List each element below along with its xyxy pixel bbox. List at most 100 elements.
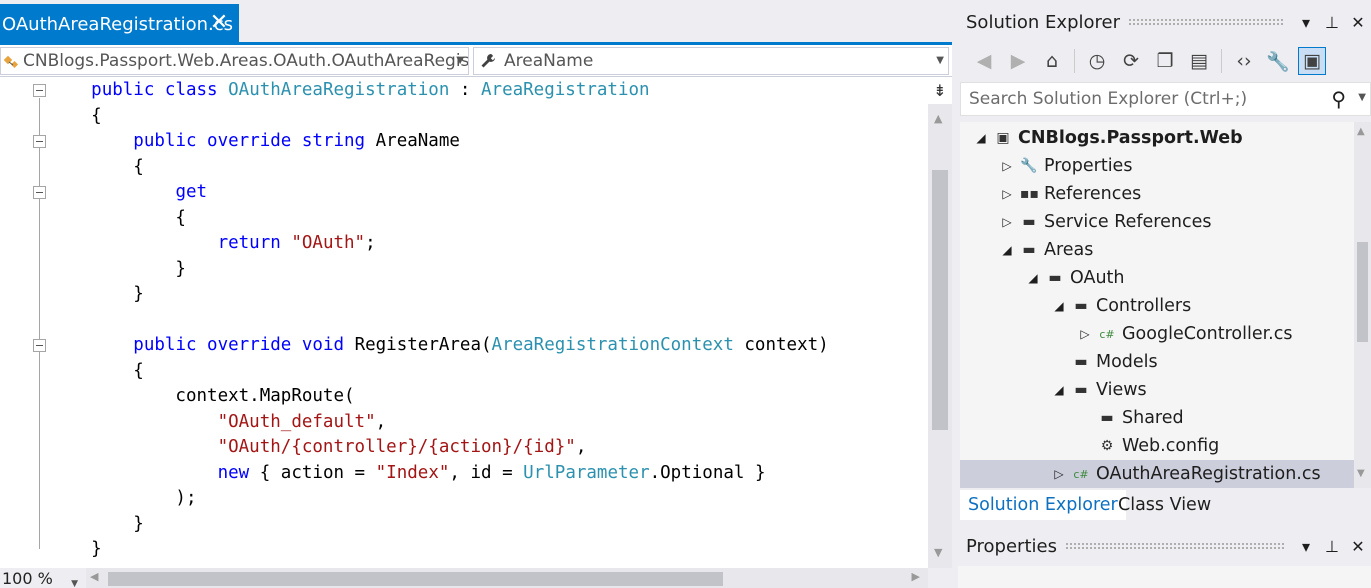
close-tab-icon[interactable]: ✕ [207,11,231,35]
scroll-thumb[interactable] [932,170,948,430]
code-line: } [49,512,144,537]
tree-scroll-thumb[interactable] [1357,242,1368,342]
code-token: } [49,284,144,304]
code-token: , id = [449,462,524,483]
pending-changes-filter-icon[interactable]: ◷ [1083,47,1111,75]
title-grip[interactable] [1064,542,1285,550]
show-all-files-icon[interactable]: ▤ [1185,47,1213,75]
scroll-up-icon[interactable]: ▲ [1357,126,1365,137]
expander-icon[interactable]: ▷ [1000,187,1014,201]
tree-item[interactable]: ▬ Shared [960,404,1354,432]
code-token: UrlParameter [523,462,650,483]
code-token: return [217,233,292,253]
pin-icon[interactable]: ⊥ [1319,13,1345,32]
code-line: ); [49,486,197,511]
search-icon[interactable]: ⚲ [1331,87,1346,111]
title-grip[interactable] [1128,18,1285,26]
scroll-left-icon[interactable]: ◀ [90,570,98,583]
tree-item[interactable]: ◢ ▣ CNBlogs.Passport.Web [960,124,1354,152]
scroll-up-icon[interactable]: ▲ [934,112,942,125]
tab-class-view[interactable]: Class View [1110,490,1219,520]
expander-icon[interactable]: ▷ [1000,159,1014,173]
tree-item[interactable]: ▷ 🔧 Properties [960,152,1354,180]
expander-icon[interactable]: ▷ [1078,327,1092,341]
tree-item[interactable]: ◢ ▬ Areas [960,236,1354,264]
split-window-icon[interactable]: ⇟ [928,78,952,104]
horizontal-scrollbar[interactable]: ◀ ▶ [86,568,928,588]
chevron-down-icon[interactable]: ▼ [1358,92,1366,103]
view-code-icon[interactable]: ‹› [1230,47,1258,75]
preview-selected-items-icon[interactable]: ▣ [1298,47,1326,75]
vertical-scrollbar[interactable]: ⇟ ▲ ▼ [928,78,952,568]
scroll-down-icon[interactable]: ▼ [1357,468,1365,479]
code-token: { action = [259,462,376,483]
tree-item[interactable]: ▷ c# GoogleController.cs [960,320,1354,348]
tree-item-label: Views [1096,380,1147,400]
code-token: "Index" [375,462,450,483]
expander-icon[interactable]: ◢ [1026,271,1040,285]
tree-scrollbar[interactable]: ▲ ▼ [1354,122,1371,488]
tree-item[interactable]: ▷ c# OAuthAreaRegistration.cs [960,460,1354,488]
code-line: } [49,537,102,562]
editor-bottom-bar: 100 % ▼ ◀ ▶ [0,568,952,588]
zoom-dropdown[interactable]: 100 % ▼ [0,568,82,588]
collapse-region-icon[interactable] [33,135,46,148]
code-line: { [49,359,144,384]
code-area[interactable]: public class OAuthAreaRegistration : Are… [0,78,928,568]
code-token: public override void [133,335,355,355]
navigation-bar: CNBlogs.Passport.Web.Areas.OAuth.OAuthAr… [0,45,952,77]
code-token: ); [49,488,197,508]
code-token: AreaRegistrationContext [491,335,734,355]
code-token: } [49,258,186,279]
home-icon[interactable]: ⌂ [1038,47,1066,75]
code-token: "OAuth_default" [217,411,376,432]
close-window-icon[interactable]: ✕ [1345,537,1371,556]
window-position-dropdown-icon[interactable]: ▾ [1293,13,1319,32]
expander-icon[interactable]: ◢ [1000,243,1014,257]
tree-item[interactable]: ◢ ▬ OAuth [960,264,1354,292]
tree-item-label: OAuth [1070,268,1125,288]
member-dropdown[interactable]: AreaName ▼ [473,47,949,75]
tree-item[interactable]: ▷ ▪▪ References [960,180,1354,208]
back-icon[interactable]: ◀ [970,47,998,75]
tree-item[interactable]: ⚙ Web.config [960,432,1354,460]
toolbar-separator [1221,49,1222,73]
expander-icon[interactable]: ◢ [1052,299,1066,313]
code-line: public override string AreaName [49,129,460,154]
csproj-icon: ▣ [996,130,1010,146]
code-token: AreaName [375,131,460,151]
document-tab[interactable]: OAuthAreaRegistration.cs ✕ [0,4,239,44]
scroll-right-icon[interactable]: ▶ [912,570,920,583]
expander-icon[interactable]: ▷ [1000,215,1014,229]
expander-icon[interactable]: ◢ [1052,383,1066,397]
code-line: { [49,155,144,180]
collapse-region-icon[interactable] [33,186,46,199]
tab-solution-explorer[interactable]: Solution Explorer [960,490,1126,520]
sync-with-document-icon[interactable]: ⟳ [1117,47,1145,75]
properties-wrench-icon[interactable]: 🔧 [1264,47,1292,75]
solution-explorer-title-bar: Solution Explorer ▾ ⊥ ✕ [958,2,1371,42]
class-dropdown[interactable]: CNBlogs.Passport.Web.Areas.OAuth.OAuthAr… [0,47,469,75]
forward-icon[interactable]: ▶ [1004,47,1032,75]
pin-icon[interactable]: ⊥ [1319,537,1345,556]
tree-item[interactable]: ◢ ▬ Controllers [960,292,1354,320]
window-position-dropdown-icon[interactable]: ▾ [1293,537,1319,556]
expander-icon[interactable]: ◢ [974,131,988,145]
collapse-region-icon[interactable] [33,339,46,352]
search-solution-explorer-input[interactable]: Search Solution Explorer (Ctrl+;) ⚲ ▼ [960,82,1371,116]
code-token: "OAuth" [291,233,366,253]
tree-item[interactable]: ▬ Models [960,348,1354,376]
collapse-region-icon[interactable] [33,84,46,97]
folder-open-icon: ▬ [1022,242,1036,258]
tree-item[interactable]: ▷ ▬ Service References [960,208,1354,236]
tree-item[interactable]: ◢ ▬ Views [960,376,1354,404]
tree-item-label: CNBlogs.Passport.Web [1018,128,1243,148]
close-window-icon[interactable]: ✕ [1345,13,1371,32]
expander-icon[interactable]: ▷ [1052,467,1066,481]
collapse-all-icon[interactable]: ❐ [1151,47,1179,75]
scroll-down-icon[interactable]: ▼ [934,546,942,559]
horizontal-scroll-thumb[interactable] [108,572,723,586]
